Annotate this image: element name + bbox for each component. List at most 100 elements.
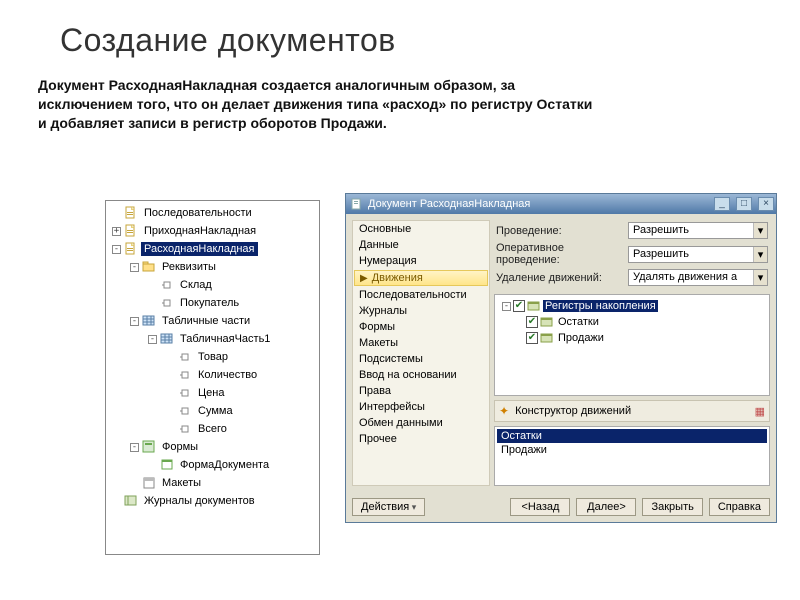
combo-box[interactable]: Разрешить▾: [628, 222, 768, 239]
tree-item[interactable]: -Реквизиты: [108, 258, 317, 276]
attr-icon: [178, 368, 192, 382]
tree-item[interactable]: Макеты: [108, 474, 317, 492]
expander-icon[interactable]: -: [148, 335, 157, 344]
tree-item[interactable]: - Табличные части: [108, 312, 317, 330]
next-button[interactable]: Далее>: [576, 498, 636, 516]
close-dialog-button[interactable]: Закрыть: [642, 498, 702, 516]
tree-item-label: Всего: [195, 422, 230, 436]
close-button[interactable]: ×: [758, 197, 774, 211]
checkbox[interactable]: ✔: [526, 332, 538, 344]
combo-box[interactable]: Разрешить▾: [628, 246, 768, 263]
tree-item[interactable]: Товар: [108, 348, 317, 366]
journal-icon: [124, 494, 138, 508]
tree-item-label: ТабличнаяЧасть1: [177, 332, 273, 346]
nav-item[interactable]: Подсистемы: [353, 351, 489, 367]
tree-item[interactable]: + ПриходнаяНакладная: [108, 222, 317, 240]
register-icon: [527, 299, 541, 313]
form-label: Удаление движений:: [496, 272, 624, 284]
actions-button[interactable]: Действия: [352, 498, 425, 516]
nav-item[interactable]: Интерфейсы: [353, 399, 489, 415]
attr-icon: [178, 386, 192, 400]
tree-item-label: РасходнаяНакладная: [141, 242, 258, 256]
tree-item-label: Количество: [195, 368, 260, 382]
constructor-settings-icon[interactable]: ▦: [755, 405, 765, 418]
nav-item[interactable]: Формы: [353, 319, 489, 335]
tree-item[interactable]: - Формы: [108, 438, 317, 456]
registers-tree[interactable]: -✔Регистры накопления✔Остатки✔Продажи: [494, 294, 770, 396]
wand-icon: ✦: [499, 404, 509, 418]
dialog-titlebar: Документ РасходнаяНакладная _ □ ×: [346, 194, 776, 214]
tree-item[interactable]: - ТабличнаяЧасть1: [108, 330, 317, 348]
doc-icon: [124, 242, 138, 256]
tree-item-label: ПриходнаяНакладная: [141, 224, 259, 238]
tree-item[interactable]: Цена: [108, 384, 317, 402]
nav-item[interactable]: Права: [353, 383, 489, 399]
list-item[interactable]: Продажи: [497, 443, 767, 457]
tree-item[interactable]: ФормаДокумента: [108, 456, 317, 474]
nav-sidebar: ОсновныеДанныеНумерация▶ДвиженияПоследов…: [352, 220, 490, 486]
register-item[interactable]: ✔ Продажи: [498, 330, 766, 346]
expander-icon[interactable]: -: [130, 263, 139, 272]
minimize-button[interactable]: _: [714, 197, 730, 211]
checkbox[interactable]: ✔: [526, 316, 538, 328]
list-item[interactable]: Остатки: [497, 429, 767, 443]
tree-item[interactable]: Всего: [108, 420, 317, 438]
register-label: Продажи: [556, 332, 606, 344]
expander-icon[interactable]: +: [112, 227, 121, 236]
nav-item[interactable]: Нумерация: [353, 253, 489, 269]
tree-item-label: Макеты: [159, 476, 204, 490]
combo-value: Разрешить: [629, 247, 753, 262]
nav-item[interactable]: Ввод на основании: [353, 367, 489, 383]
nav-item[interactable]: Последовательности: [353, 287, 489, 303]
document-dialog: Документ РасходнаяНакладная _ □ × Основн…: [345, 193, 777, 523]
constructor-button[interactable]: Конструктор движений: [515, 405, 631, 417]
tree-item[interactable]: Журналы документов: [108, 492, 317, 510]
help-button[interactable]: Справка: [709, 498, 770, 516]
tmpl-icon: [142, 476, 156, 490]
tree-item[interactable]: Покупатель: [108, 294, 317, 312]
checkbox[interactable]: ✔: [513, 300, 525, 312]
tree-item-label: Формы: [159, 440, 201, 454]
expander-icon[interactable]: -: [130, 317, 139, 326]
tree-item-label: Покупатель: [177, 296, 242, 310]
maximize-button[interactable]: □: [736, 197, 752, 211]
forms-icon: [142, 440, 156, 454]
tree-item-label: Сумма: [195, 404, 236, 418]
nav-item[interactable]: Основные: [353, 221, 489, 237]
tree-item[interactable]: Количество: [108, 366, 317, 384]
back-button[interactable]: <Назад: [510, 498, 570, 516]
form-label: Проведение:: [496, 225, 624, 237]
expander-icon[interactable]: -: [130, 443, 139, 452]
chevron-down-icon[interactable]: ▾: [753, 270, 767, 285]
attr-icon: [178, 422, 192, 436]
nav-item[interactable]: Обмен данными: [353, 415, 489, 431]
document-icon: [350, 197, 364, 211]
nav-item[interactable]: Данные: [353, 237, 489, 253]
tree-item[interactable]: Склад: [108, 276, 317, 294]
object-tree-panel: Последовательности+ПриходнаяНакладная-Ра…: [105, 200, 320, 555]
combo-value: Разрешить: [629, 223, 753, 238]
nav-item[interactable]: Макеты: [353, 335, 489, 351]
combo-box[interactable]: Удалять движения а▾: [628, 269, 768, 286]
chevron-down-icon[interactable]: ▾: [753, 247, 767, 262]
register-group[interactable]: -✔Регистры накопления: [498, 298, 766, 314]
tree-item-label: Табличные части: [159, 314, 253, 328]
nav-item[interactable]: Прочее: [353, 431, 489, 447]
nav-item-selected[interactable]: ▶Движения: [354, 270, 488, 286]
register-icon: [540, 315, 554, 329]
nav-item[interactable]: Журналы: [353, 303, 489, 319]
tree-item-label: Журналы документов: [141, 494, 258, 508]
constructor-bar: ✦ Конструктор движений ▦: [494, 400, 770, 422]
selected-registers-list[interactable]: ОстаткиПродажи: [494, 426, 770, 486]
tree-item[interactable]: Сумма: [108, 402, 317, 420]
expander-icon[interactable]: -: [502, 302, 511, 311]
form-row: Удаление движений: Удалять движения а▾: [496, 269, 768, 286]
tree-item[interactable]: Последовательности: [108, 204, 317, 222]
chevron-right-icon: ▶: [360, 273, 368, 284]
expander-icon[interactable]: -: [112, 245, 121, 254]
form-label: Оперативное проведение:: [496, 242, 624, 266]
tree-item[interactable]: - РасходнаяНакладная: [108, 240, 317, 258]
combo-value: Удалять движения а: [629, 270, 753, 285]
chevron-down-icon[interactable]: ▾: [753, 223, 767, 238]
register-item[interactable]: ✔Остатки: [498, 314, 766, 330]
